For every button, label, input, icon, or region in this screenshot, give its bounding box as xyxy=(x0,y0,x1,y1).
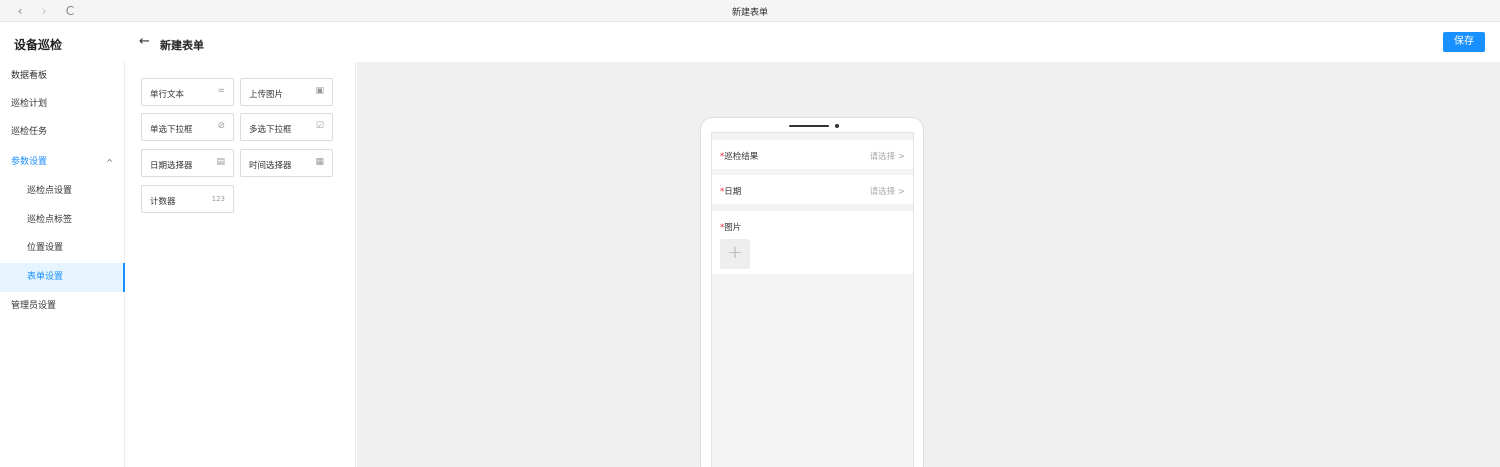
number-icon: 123 xyxy=(211,195,225,203)
sidebar: 数据看板 巡检计划 巡检任务 参数设置 ^ 巡检点设置 巡检点标签 位置设置 表… xyxy=(0,62,125,467)
component-time-picker[interactable]: 时间选择器 ▦ xyxy=(240,149,333,177)
page-title: 新建表单 xyxy=(160,39,204,52)
sidebar-item-label: 数据看板 xyxy=(11,71,48,81)
form-field-image[interactable]: *图片 + xyxy=(712,211,913,274)
check-circle-icon: ⊘ xyxy=(217,121,225,131)
sidebar-item-label: 管理员设置 xyxy=(11,301,57,311)
component-label: 单选下拉框 xyxy=(150,125,193,135)
back-arrow-icon[interactable]: ← xyxy=(139,34,150,49)
app-header: 设备巡检 ← 新建表单 保存 xyxy=(0,22,1500,62)
chevron-up-icon: ^ xyxy=(106,158,113,167)
sidebar-item-parameter-settings[interactable]: 参数设置 ^ xyxy=(0,148,125,177)
component-label: 时间选择器 xyxy=(249,161,292,171)
phone-preview: *巡检结果 请选择 > *日期 请选择 > *图片 + xyxy=(700,117,924,467)
phone-speaker xyxy=(789,125,829,127)
sidebar-item-admin-settings[interactable]: 管理员设置 xyxy=(0,292,125,321)
browser-toolbar: ‹ › C 新建表单 xyxy=(0,0,1500,22)
field-label: *日期 xyxy=(720,185,741,197)
image-icon: ▣ xyxy=(315,86,324,96)
field-label-text: 巡检结果 xyxy=(724,152,759,162)
sidebar-item-inspection-point-tags[interactable]: 巡检点标签 xyxy=(0,206,125,235)
form-field-inspection-result[interactable]: *巡检结果 请选择 > xyxy=(712,140,913,169)
save-button[interactable]: 保存 xyxy=(1443,32,1485,52)
phone-screen: *巡检结果 请选择 > *日期 请选择 > *图片 + xyxy=(711,132,914,467)
field-placeholder: 请选择 > xyxy=(869,187,905,197)
sidebar-item-inspection-plan[interactable]: 巡检计划 xyxy=(0,90,125,119)
component-multi-select[interactable]: 多选下拉框 ☑ xyxy=(240,113,333,141)
field-placeholder: 请选择 > xyxy=(869,152,905,162)
component-label: 单行文本 xyxy=(150,90,185,100)
field-label-text: 日期 xyxy=(724,187,742,197)
sidebar-item-inspection-task[interactable]: 巡检任务 xyxy=(0,118,125,147)
form-field-date[interactable]: *日期 请选择 > xyxy=(712,175,913,204)
time-calendar-icon: ▦ xyxy=(315,157,324,167)
component-label: 日期选择器 xyxy=(150,161,193,171)
component-date-picker[interactable]: 日期选择器 ▤ xyxy=(141,149,234,177)
component-palette: 单行文本 = 上传图片 ▣ 单选下拉框 ⊘ 多选下拉框 ☑ 日期选择器 ▤ 时间… xyxy=(126,62,356,467)
component-label: 计数器 xyxy=(150,197,176,207)
component-single-select[interactable]: 单选下拉框 ⊘ xyxy=(141,113,234,141)
app-title: 设备巡检 xyxy=(14,38,63,52)
sidebar-item-label: 巡检点标签 xyxy=(27,215,73,225)
component-label: 上传图片 xyxy=(249,90,284,100)
sidebar-item-label: 位置设置 xyxy=(27,243,64,253)
multi-check-icon: ☑ xyxy=(315,121,324,131)
phone-camera xyxy=(835,124,839,128)
sidebar-item-location-settings[interactable]: 位置设置 xyxy=(0,234,125,263)
calendar-icon: ▤ xyxy=(216,157,225,167)
component-counter[interactable]: 计数器 123 xyxy=(141,185,234,213)
sidebar-item-label: 表单设置 xyxy=(27,272,64,282)
sidebar-item-dashboard[interactable]: 数据看板 xyxy=(0,62,125,91)
component-single-line-text[interactable]: 单行文本 = xyxy=(141,78,234,106)
upload-plus-icon[interactable]: + xyxy=(720,239,750,269)
field-label: *图片 xyxy=(720,221,741,233)
sidebar-item-label: 巡检计划 xyxy=(11,99,48,109)
sidebar-item-form-settings[interactable]: 表单设置 xyxy=(0,263,125,292)
field-label: *巡检结果 xyxy=(720,150,758,162)
window-title: 新建表单 xyxy=(731,8,768,18)
sidebar-item-label: 巡检任务 xyxy=(11,127,48,137)
form-canvas: *巡检结果 请选择 > *日期 请选择 > *图片 + xyxy=(357,62,1500,467)
sidebar-item-label: 参数设置 xyxy=(11,157,48,167)
text-lines-icon: = xyxy=(217,86,225,96)
field-label-text: 图片 xyxy=(724,223,742,233)
component-upload-image[interactable]: 上传图片 ▣ xyxy=(240,78,333,106)
component-label: 多选下拉框 xyxy=(249,125,292,135)
sidebar-item-inspection-point-settings[interactable]: 巡检点设置 xyxy=(0,177,125,206)
sidebar-item-label: 巡检点设置 xyxy=(27,186,73,196)
